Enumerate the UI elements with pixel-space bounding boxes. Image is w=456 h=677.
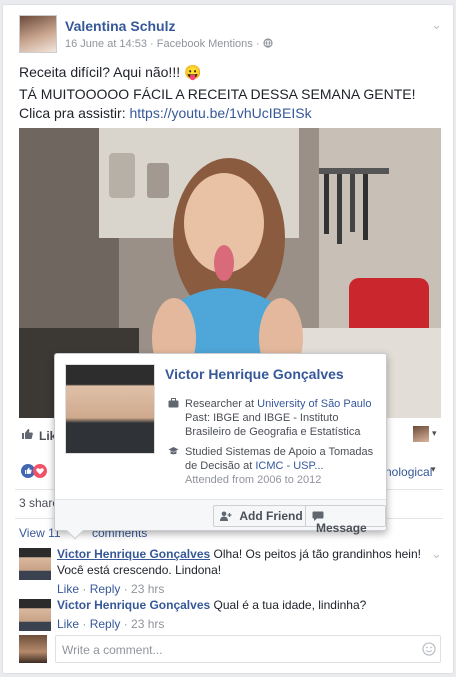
hovercard-profile-photo[interactable] <box>65 364 155 454</box>
add-friend-icon <box>220 509 232 523</box>
message-label: Message <box>316 521 367 535</box>
post-link[interactable]: https://youtu.be/1vhUcIBEISk <box>129 105 311 121</box>
work-prefix: Researcher at <box>185 398 258 410</box>
comment-body: Victor Henrique Gonçalves Qual é a tua i… <box>57 597 432 632</box>
emoji-picker-icon[interactable] <box>422 642 436 661</box>
current-user-avatar <box>19 635 47 663</box>
comment-time[interactable]: 23 hrs <box>131 617 164 631</box>
hovercard-education: Studied Sistemas de Apoio a Tomadas de D… <box>168 445 383 487</box>
like-thumb-icon[interactable] <box>21 428 33 443</box>
graduation-cap-icon <box>168 446 179 461</box>
comment-actions: Like · Reply · 23 hrs <box>57 582 165 596</box>
message-button[interactable]: Message <box>305 505 386 534</box>
post-meta: 16 June at 14:53 · Facebook Mentions · <box>65 38 273 50</box>
hovercard-name[interactable]: Victor Henrique Gonçalves <box>165 366 344 382</box>
comment-item: Victor Henrique Gonçalves Olha! Os peito… <box>19 546 442 597</box>
commenter-as-avatar[interactable] <box>413 426 429 442</box>
hovercard-work: Researcher at University of São Paulo Pas… <box>168 397 383 439</box>
comment-reply-link[interactable]: Reply <box>90 582 121 596</box>
profile-hovercard: Victor Henrique Gonçalves Researcher at … <box>54 353 387 540</box>
commenter-avatar[interactable] <box>19 599 51 631</box>
work-link[interactable]: University of São Paulo <box>257 398 371 410</box>
reaction-sort-text[interactable]: nological <box>385 465 432 479</box>
hovercard-footer: Add Friend Message <box>55 499 386 534</box>
chevron-down-icon[interactable]: ▾ <box>431 464 436 475</box>
comment-reply-link[interactable]: Reply <box>90 617 121 631</box>
study-years: Attended from 2006 to 2012 <box>185 474 322 486</box>
add-friend-label: Add Friend <box>239 509 303 523</box>
comment-like-link[interactable]: Like <box>57 617 79 631</box>
emoji-icon: 😛 <box>184 64 202 80</box>
comment-body: Victor Henrique Gonçalves Olha! Os peito… <box>57 546 432 597</box>
chevron-down-icon[interactable]: ⌄ <box>431 17 442 33</box>
comment-item: Victor Henrique Gonçalves Qual é a tua i… <box>19 597 439 633</box>
comment-actions: Like · Reply · 23 hrs <box>57 617 165 631</box>
comment-author[interactable]: Victor Henrique Gonçalves <box>57 547 210 561</box>
post-line-1: Receita difícil? Aqui não!!! <box>19 64 181 80</box>
write-comment-row: Write a comment... <box>19 635 441 667</box>
comment-text: Qual é a tua idade, lindinha? <box>213 598 367 612</box>
chevron-down-icon[interactable]: ⌄ <box>431 546 442 562</box>
author-avatar[interactable] <box>19 15 57 53</box>
love-heart-icon[interactable] <box>33 464 47 481</box>
commenter-avatar[interactable] <box>19 548 51 580</box>
comment-time[interactable]: 23 hrs <box>131 582 164 596</box>
briefcase-icon <box>168 398 179 413</box>
meta-separator: · <box>150 38 157 50</box>
globe-icon[interactable] <box>262 38 273 50</box>
add-friend-button[interactable]: Add Friend <box>213 505 310 527</box>
post-date[interactable]: 16 June at 14:53 <box>65 38 147 50</box>
chevron-down-icon[interactable]: ▾ <box>432 428 437 439</box>
comment-input[interactable]: Write a comment... <box>55 635 441 663</box>
comment-author[interactable]: Victor Henrique Gonçalves <box>57 598 210 612</box>
post-card: Valentina Schulz ⌄ 16 June at 14:53 · Fa… <box>2 4 454 674</box>
comment-like-link[interactable]: Like <box>57 582 79 596</box>
post-text: Receita difícil? Aqui não!!! 😛 TÁ MUITOO… <box>19 63 439 123</box>
meta-separator: · <box>255 38 263 50</box>
author-name[interactable]: Valentina Schulz <box>65 18 175 34</box>
post-app[interactable]: Facebook Mentions <box>157 38 253 50</box>
study-link[interactable]: ICMC - USP... <box>255 460 323 472</box>
work-past: Past: IBGE and IBGE - Instituto Brasilei… <box>185 412 361 438</box>
